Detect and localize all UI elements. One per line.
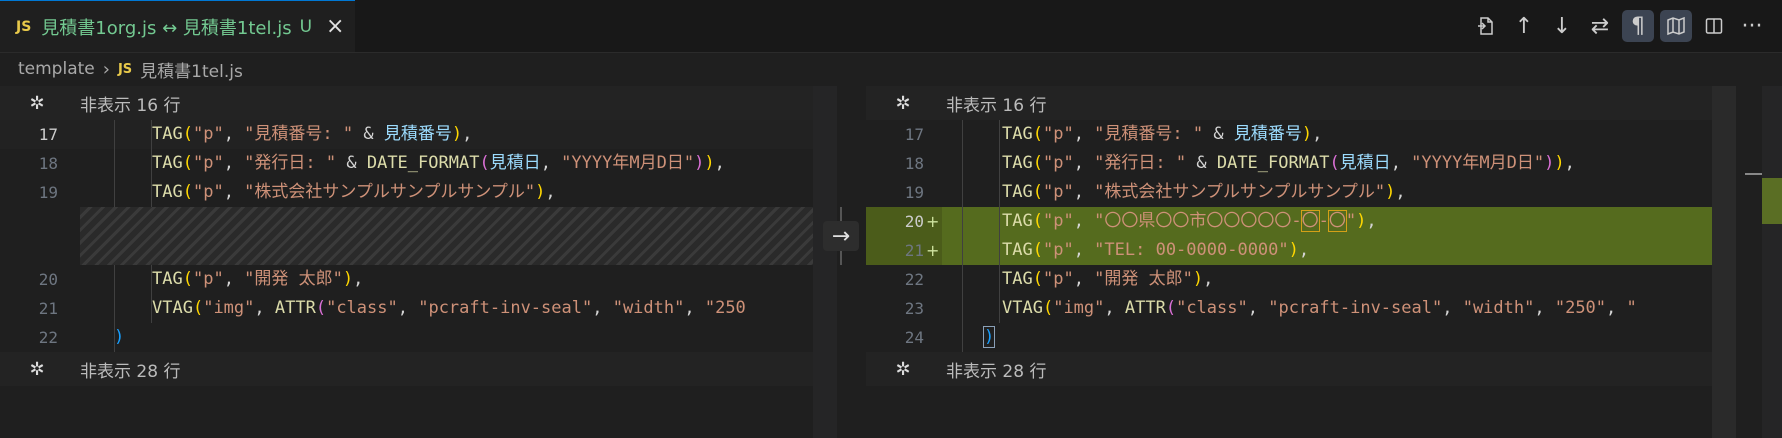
- code-line[interactable]: 17 TAG("p", "見積番号: " & 見積番号),: [0, 120, 813, 149]
- overview-added-marker: [1762, 178, 1782, 224]
- close-icon[interactable]: ×: [326, 14, 344, 39]
- removed-lines-placeholder: [80, 207, 813, 265]
- js-file-icon: JS: [16, 18, 32, 35]
- hidden-lines-top[interactable]: ✲ 非表示 16 行: [0, 86, 813, 120]
- next-change-icon[interactable]: ↓: [1546, 10, 1578, 42]
- tab-bar: JS 見積書1org.js ↔ 見積書1tel.js U × ↑ ↓ ⇄ ¶ ·…: [0, 0, 1782, 53]
- editor-actions: ↑ ↓ ⇄ ¶ ···: [1464, 10, 1768, 42]
- revert-block-button[interactable]: →: [823, 221, 859, 251]
- modified-editor-pane[interactable]: ✲ 非表示 16 行 17 TAG("p", "見積番号: " & 見積番号),…: [866, 86, 1736, 438]
- unfold-icon[interactable]: ✲: [18, 93, 56, 114]
- editor-tab-diff[interactable]: JS 見積書1org.js ↔ 見積書1tel.js U ×: [0, 0, 355, 52]
- left-scrollbar[interactable]: [813, 86, 837, 438]
- code-line[interactable]: 22 TAG("p", "開発 太郎"),: [866, 265, 1736, 294]
- breadcrumb-file[interactable]: 見積書1tel.js: [140, 57, 243, 82]
- breadcrumb-folder[interactable]: template: [18, 59, 95, 79]
- open-file-icon[interactable]: [1470, 10, 1502, 42]
- tab-title: 見積書1org.js ↔ 見積書1tel.js: [41, 17, 292, 39]
- added-code-line[interactable]: 20 + TAG("p", "〇〇県〇〇市〇〇〇〇〇-〇-〇"),: [866, 207, 1736, 236]
- unfold-icon[interactable]: ✲: [18, 359, 56, 380]
- more-actions-icon[interactable]: ···: [1736, 10, 1768, 42]
- code-line[interactable]: 18 TAG("p", "発行日: " & DATE_FORMAT(見積日, "…: [0, 149, 813, 178]
- previous-change-icon[interactable]: ↑: [1508, 10, 1540, 42]
- code-line[interactable]: 20 TAG("p", "開発 太郎"),: [0, 265, 813, 294]
- untracked-badge: U: [299, 16, 313, 37]
- swap-sides-icon[interactable]: ⇄: [1584, 10, 1616, 42]
- code-line[interactable]: 19 TAG("p", "株式会社サンプルサンプルサンプル"),: [0, 178, 813, 207]
- code-line[interactable]: 18 TAG("p", "発行日: " & DATE_FORMAT(見積日, "…: [866, 149, 1736, 178]
- show-whitespace-icon[interactable]: ¶: [1622, 10, 1654, 42]
- diff-overview-ruler[interactable]: [1762, 86, 1782, 438]
- map-icon[interactable]: [1660, 10, 1692, 42]
- hidden-lines-bottom[interactable]: ✲ 非表示 28 行: [866, 352, 1736, 386]
- split-editor-icon[interactable]: [1698, 10, 1730, 42]
- code-line[interactable]: 24 ): [866, 323, 1736, 352]
- chevron-right-icon: ›: [102, 58, 110, 80]
- code-line[interactable]: 17 TAG("p", "見積番号: " & 見積番号),: [866, 120, 1736, 149]
- hidden-lines-top[interactable]: ✲ 非表示 16 行: [866, 86, 1736, 120]
- code-line[interactable]: 19 TAG("p", "株式会社サンプルサンプルサンプル"),: [866, 178, 1736, 207]
- right-scrollbar[interactable]: [1712, 86, 1736, 438]
- diff-gutter: →: [813, 86, 866, 438]
- code-line[interactable]: 22 ): [0, 323, 813, 352]
- code-line[interactable]: 23 VTAG("img", ATTR("class", "pcraft-inv…: [866, 294, 1736, 323]
- js-file-icon: JS: [117, 61, 133, 77]
- original-editor-pane[interactable]: ✲ 非表示 16 行 17 TAG("p", "見積番号: " & 見積番号),…: [0, 86, 813, 438]
- unfold-icon[interactable]: ✲: [884, 93, 922, 114]
- code-line[interactable]: 21 VTAG("img", ATTR("class", "pcraft-inv…: [0, 294, 813, 323]
- breadcrumb: template › JS 見積書1tel.js: [0, 52, 1782, 86]
- hidden-lines-bottom[interactable]: ✲ 非表示 28 行: [0, 352, 813, 386]
- added-code-line[interactable]: 21 + TAG("p", "TEL: 00-0000-0000"),: [866, 236, 1736, 265]
- unfold-icon[interactable]: ✲: [884, 359, 922, 380]
